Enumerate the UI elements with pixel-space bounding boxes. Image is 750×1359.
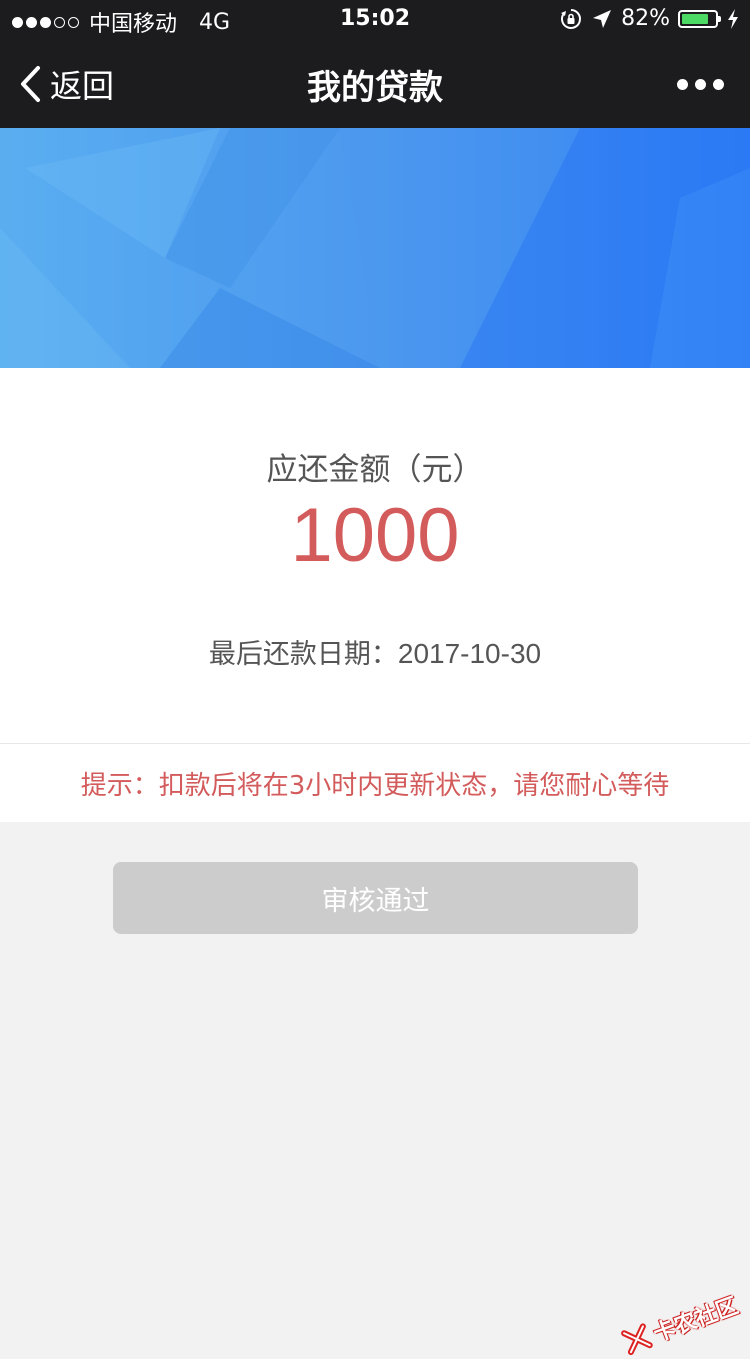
more-dots-icon[interactable] bbox=[677, 40, 724, 128]
watermark-text: 卡农社区 bbox=[650, 1293, 742, 1348]
status-right: 82% bbox=[559, 6, 740, 31]
header-banner bbox=[0, 128, 750, 368]
due-date-value: 2017-10-30 bbox=[397, 638, 542, 669]
amount-value: 1000 bbox=[290, 493, 460, 578]
approve-button-label: 审核通过 bbox=[321, 885, 430, 917]
battery-icon bbox=[678, 9, 721, 28]
charging-bolt-icon bbox=[728, 8, 738, 29]
location-arrow-icon bbox=[593, 9, 612, 28]
page-title: 我的贷款 bbox=[307, 67, 443, 108]
due-date-row: 最后还款日期：2017-10-30 bbox=[0, 632, 750, 671]
nav-bar: 返回 我的贷款 bbox=[0, 40, 750, 128]
rotation-lock-icon bbox=[561, 8, 582, 29]
watermark-x-icon bbox=[621, 1323, 653, 1356]
approve-button[interactable]: 审核通过 bbox=[113, 862, 638, 934]
back-label: 返回 bbox=[50, 67, 115, 105]
back-button[interactable]: 返回 bbox=[18, 40, 114, 128]
banner-background bbox=[0, 128, 750, 368]
loan-summary-card: 应还金额（元） 1000 最后还款日期：2017-10-30 bbox=[0, 368, 750, 743]
notice-text: 提示：扣款后将在3小时内更新状态，请您耐心等待 bbox=[80, 770, 670, 801]
amount-label: 应还金额（元） bbox=[266, 452, 484, 488]
due-date-label: 最后还款日期： bbox=[208, 639, 398, 670]
battery-percent: 82% bbox=[621, 6, 670, 31]
status-bar: 中国移动 4G 15:02 82% bbox=[0, 0, 750, 40]
notice-banner: 提示：扣款后将在3小时内更新状态，请您耐心等待 bbox=[0, 744, 750, 822]
watermark-logo: 卡农社区 bbox=[618, 1288, 742, 1359]
battery-fill bbox=[682, 13, 709, 24]
chevron-left-icon bbox=[21, 66, 40, 102]
